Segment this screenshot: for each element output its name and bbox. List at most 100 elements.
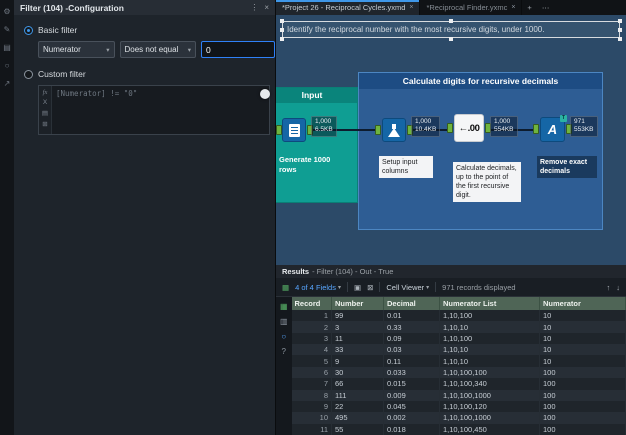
tool-annotation: 1,000 10.4KB — [411, 116, 441, 137]
table-cell: 0.009 — [383, 389, 440, 401]
table-view-icon[interactable]: ▦ — [280, 302, 288, 311]
table-cell: 55 — [331, 423, 384, 435]
share-icon[interactable]: ↗ — [4, 79, 11, 88]
tool-remove-exact[interactable]: A T — [540, 115, 567, 142]
search-icon[interactable]: ○ — [281, 332, 286, 341]
tool-setup-columns[interactable] — [382, 118, 406, 142]
selection-handle[interactable] — [618, 19, 622, 23]
functions-icon[interactable]: fx — [43, 89, 48, 96]
table-row[interactable]: 3 11 0.09 1,10,100 10 — [291, 332, 626, 345]
input-anchor[interactable] — [447, 123, 453, 133]
selection-handle[interactable] — [280, 19, 284, 23]
tool-label: Setup input columns — [379, 156, 433, 179]
circle-icon[interactable]: ○ — [5, 61, 10, 70]
container-input[interactable]: Input — [276, 87, 358, 203]
selection-handle[interactable] — [618, 37, 622, 41]
table-row[interactable]: 6 30 0.033 1,10,100,100 100 — [291, 366, 626, 379]
table-row[interactable]: 5 9 0.11 1,10,10 10 — [291, 355, 626, 367]
edit-cells-icon[interactable]: ▣ — [354, 283, 361, 292]
selection-handle[interactable] — [618, 28, 622, 32]
tab-project-26[interactable]: *Project 26 - Reciprocal Cycles.yxmd × — [276, 0, 421, 15]
new-tab-button[interactable]: + — [522, 0, 536, 15]
variables-icon[interactable]: X — [43, 99, 47, 106]
close-panel-icon[interactable]: × — [264, 3, 269, 12]
table-row[interactable]: 1 99 0.01 1,10,100 10 — [291, 310, 626, 322]
column-header[interactable]: Record — [291, 297, 332, 310]
table-cell: 0.33 — [383, 321, 440, 333]
table-row[interactable]: 9 22 0.045 1,10,100,120 100 — [291, 400, 626, 413]
field-select[interactable]: Numerator ▾ — [38, 41, 115, 58]
tool-generate-rows[interactable] — [282, 118, 306, 142]
cell-viewer-dropdown[interactable]: Cell Viewer ▾ — [386, 283, 429, 292]
table-row[interactable]: 8 111 0.009 1,10,100,1000 100 — [291, 389, 626, 401]
column-header[interactable]: Numerator — [539, 297, 626, 310]
layers-icon[interactable]: ▤ — [3, 43, 11, 52]
fields-dropdown[interactable]: 4 of 4 Fields ▾ — [295, 283, 341, 292]
custom-expression-text: [Numerator] != "0" — [56, 89, 138, 98]
table-cell: 9 — [331, 355, 384, 367]
operator-select[interactable]: Does not equal ▾ — [119, 41, 196, 58]
table-cell: 1,10,100 — [439, 310, 540, 322]
table-cell: 10 — [539, 355, 626, 367]
tab-overflow-button[interactable]: ⋯ — [537, 0, 555, 15]
basic-filter-radio[interactable] — [24, 25, 33, 35]
tab-reciprocal-finder[interactable]: *Reciprocal Finder.yxmc × — [420, 0, 523, 15]
results-side-toolbar: ▦ ▥ ○ ? — [276, 297, 292, 435]
tool-calculate-decimals[interactable]: ←.00 — [454, 114, 484, 142]
table-cell: 66 — [331, 378, 384, 390]
metadata-view-icon[interactable]: ▥ — [280, 317, 288, 326]
input-anchor[interactable] — [375, 125, 381, 135]
scroll-indicator-dot — [260, 89, 270, 99]
close-tab-icon[interactable]: × — [409, 4, 413, 11]
container-calculate[interactable]: Calculate digits for recursive decimals — [358, 72, 603, 230]
table-cell: 11 — [291, 423, 332, 435]
app-window: ⚙ ✎ ▤ ○ ↗ Filter (104) -Configuration ⋮ … — [0, 0, 626, 435]
filter-value-input[interactable] — [201, 41, 275, 58]
table-row[interactable]: 2 3 0.33 1,10,10 10 — [291, 321, 626, 333]
config-panel: Filter (104) -Configuration ⋮ × Basic fi… — [14, 0, 276, 435]
selection-handle[interactable] — [449, 37, 453, 41]
table-row[interactable]: 10 495 0.002 1,10,100,1000 100 — [291, 412, 626, 424]
column-header[interactable]: Numerator List — [439, 297, 540, 310]
kebab-menu-icon[interactable]: ⋮ — [250, 3, 258, 12]
help-icon[interactable]: ? — [282, 347, 286, 356]
table-cell: 1,10,100,450 — [439, 423, 540, 435]
clear-cells-icon[interactable]: ⊠ — [367, 283, 373, 292]
canvas-comment[interactable]: Identify the reciprocal number with the … — [282, 21, 620, 38]
table-cell: 1,10,10 — [439, 321, 540, 333]
table-cell: 10 — [539, 344, 626, 356]
saved-expressions-icon[interactable]: ⊞ — [42, 120, 47, 128]
gear-icon[interactable]: ⚙ — [3, 7, 10, 16]
input-anchor[interactable] — [276, 125, 282, 135]
scroll-up-icon[interactable]: ↑ — [607, 283, 611, 292]
selection-handle[interactable] — [280, 37, 284, 41]
table-cell: 1,10,100,120 — [439, 400, 540, 413]
scroll-down-icon[interactable]: ↓ — [616, 283, 620, 292]
input-anchor[interactable] — [533, 124, 539, 134]
table-cell: 100 — [539, 366, 626, 379]
table-cell: 0.015 — [383, 378, 440, 390]
column-header[interactable]: Number — [331, 297, 384, 310]
records-displayed-label: 971 records displayed — [442, 282, 516, 292]
table-cell: 100 — [539, 412, 626, 424]
table-cell: 22 — [331, 400, 384, 413]
folder-icon[interactable]: ▤ — [42, 109, 48, 117]
pencil-icon[interactable]: ✎ — [4, 25, 11, 34]
table-cell: 0.01 — [383, 310, 440, 322]
chevron-down-icon: ▾ — [187, 46, 191, 54]
table-cell: 33 — [331, 344, 384, 356]
config-panel-header: Filter (104) -Configuration ⋮ × — [14, 0, 275, 15]
custom-expression-editor[interactable]: fx X ▤ ⊞ [Numerator] != "0" — [38, 85, 270, 135]
custom-filter-radio[interactable] — [24, 69, 33, 79]
column-header[interactable]: Decimal — [383, 297, 440, 310]
close-tab-icon[interactable]: × — [511, 4, 515, 11]
basic-filter-label: Basic filter — [38, 25, 78, 35]
selection-handle[interactable] — [449, 19, 453, 23]
workflow-canvas[interactable]: Identify the reciprocal number with the … — [276, 15, 626, 265]
table-cell: 100 — [539, 378, 626, 390]
selection-handle[interactable] — [280, 28, 284, 32]
table-row[interactable]: 7 66 0.015 1,10,100,340 100 — [291, 378, 626, 390]
table-row[interactable]: 4 33 0.03 1,10,10 10 — [291, 344, 626, 356]
table-cell: 1,10,100,1000 — [439, 412, 540, 424]
table-row[interactable]: 11 55 0.018 1,10,100,450 100 — [291, 423, 626, 435]
